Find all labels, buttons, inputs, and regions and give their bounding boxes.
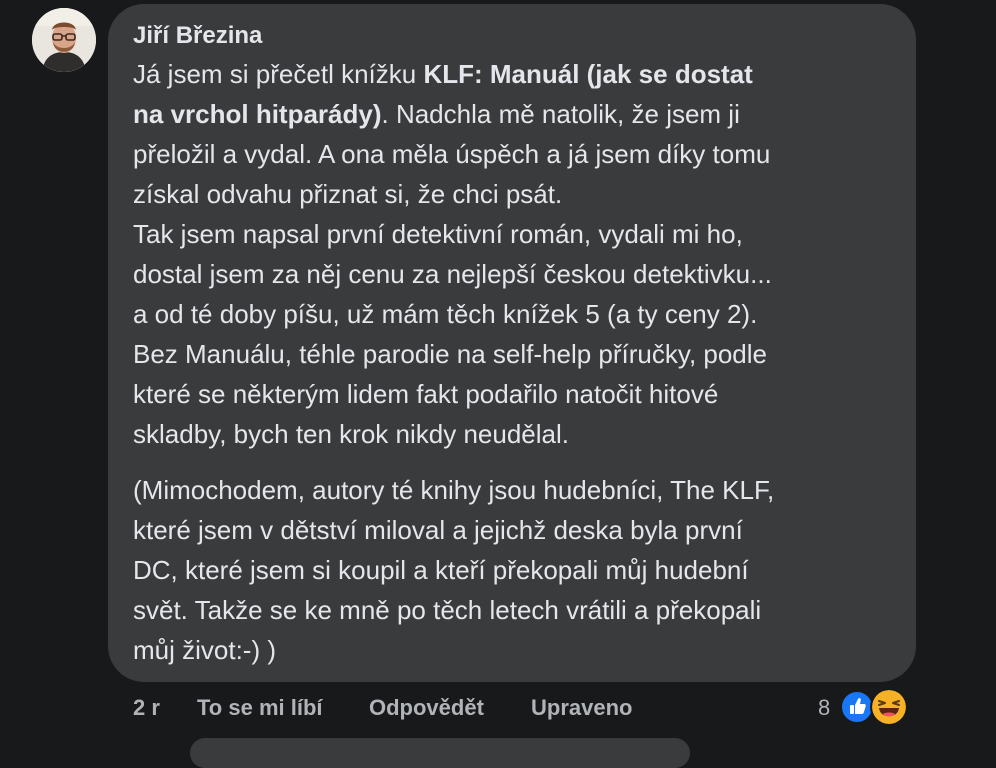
comment-text-line: (Mimochodem, autory té knihy jsou hudebn… [133, 475, 775, 505]
author-avatar[interactable] [32, 8, 96, 72]
comment-text-line: přeložil a vydal. A ona měla úspěch a já… [133, 134, 772, 174]
comment-paragraph-1: Já jsem si přečetl knížku KLF: Manuál (j… [133, 54, 772, 454]
comment-timestamp[interactable]: 2 r [133, 693, 160, 723]
comment-text-line: svět. Takže se ke mně po těch letech vrá… [133, 595, 762, 625]
comment-text-line: DC, které jsem si koupil a kteří překopa… [133, 555, 749, 585]
reply-button[interactable]: Odpovědět [369, 693, 484, 723]
comment-text-line: získal odvahu přiznat si, že chci psát. [133, 174, 772, 214]
reaction-count[interactable]: 8 [818, 693, 830, 723]
text-segment: které se některým lidem fakt podařilo na… [133, 379, 719, 409]
avatar-photo [32, 8, 96, 72]
text-segment: Já jsem si přečetl knížku [133, 59, 424, 89]
comment-text-line: Bez Manuálu, téhle parodie na self-help … [133, 334, 772, 374]
text-segment: Tak jsem napsal první detektivní román, … [133, 219, 743, 249]
text-segment: přeložil a vydal. A ona měla úspěch a já… [133, 139, 771, 169]
comment-text-line: můj život:-) ) [133, 635, 276, 665]
text-segment: Bez Manuálu, téhle parodie na self-help … [133, 339, 768, 369]
comment-paragraph-2: (Mimochodem, autory té knihy jsou hudebn… [133, 470, 774, 670]
like-button[interactable]: To se mi líbí [197, 693, 323, 723]
comment-text-line: skladby, bych ten krok nikdy neudělal. [133, 414, 772, 454]
thumbs-up-icon [850, 698, 866, 714]
haha-icon[interactable] [870, 688, 908, 726]
comment-text-line: dostal jsem za něj cenu za nejlepší česk… [133, 254, 772, 294]
like-icon[interactable] [840, 690, 874, 724]
text-segment: získal odvahu přiznat si, že chci psát. [133, 179, 563, 209]
laughing-face-icon [872, 690, 906, 724]
next-comment-bubble [190, 738, 690, 768]
bold-text-segment: na vrchol hitparády) [133, 99, 382, 129]
text-segment: dostal jsem za něj cenu za nejlepší česk… [133, 259, 772, 289]
comment-text-line: které se některým lidem fakt podařilo na… [133, 374, 772, 414]
edited-label[interactable]: Upraveno [531, 693, 632, 723]
bold-text-segment: KLF: Manuál (jak se dostat [423, 59, 753, 89]
text-segment: a od té doby píšu, už mám těch knížek 5 … [133, 299, 758, 329]
text-segment: . Nadchla mě natolik, že jsem ji [381, 99, 740, 129]
text-segment: skladby, bych ten krok nikdy neudělal. [133, 419, 569, 449]
comment-text-line: Tak jsem napsal první detektivní román, … [133, 214, 772, 254]
comment-text-line: na vrchol hitparády). Nadchla mě natolik… [133, 94, 772, 134]
comment-text-line: Já jsem si přečetl knížku KLF: Manuál (j… [133, 54, 772, 94]
comment-author-name[interactable]: Jiří Březina [133, 22, 262, 50]
comment-text-line: které jsem v dětství miloval a jejichž d… [133, 515, 743, 545]
comment-text-line: a od té doby píšu, už mám těch knížek 5 … [133, 294, 772, 334]
